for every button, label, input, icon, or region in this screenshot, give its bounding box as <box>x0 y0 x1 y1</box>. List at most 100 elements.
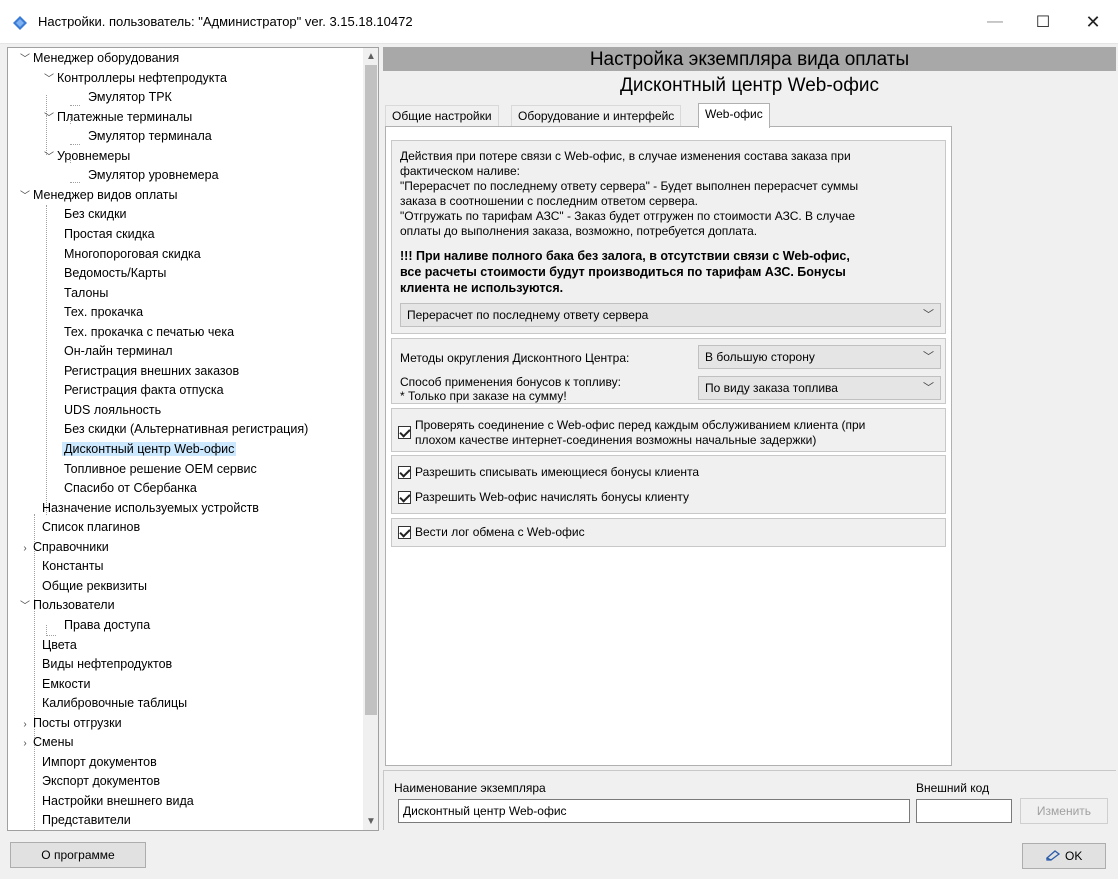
chevron-down-icon[interactable]: ﹀ <box>19 187 31 206</box>
tree-item[interactable]: Емкости <box>40 675 92 694</box>
chevron-right-icon[interactable]: › <box>19 539 31 558</box>
tree-item[interactable]: Представители <box>40 811 133 830</box>
checkbox-checked-icon[interactable] <box>398 526 411 539</box>
tree-item[interactable]: ﹀ Контроллеры нефтепродукта <box>43 69 229 88</box>
log-exchange-checkbox[interactable]: Вести лог обмена с Web-офис <box>398 525 938 541</box>
tree-item[interactable]: Константы <box>40 557 106 576</box>
allow-accrue-bonuses-checkbox[interactable]: Разрешить Web-офис начислять бонусы клие… <box>398 490 938 506</box>
tree-item-label: Общие реквизиты <box>42 579 147 593</box>
ok-pencil-icon <box>1045 850 1060 861</box>
tree-item[interactable]: Тех. прокачка с печатью чека <box>62 323 236 342</box>
tree-item[interactable]: Топливное решение OEM сервис <box>62 460 259 479</box>
window-title: Настройки. пользователь: "Администратор"… <box>38 14 413 29</box>
tree-item[interactable]: ﹀ Пользователи <box>19 596 117 615</box>
tree-item[interactable]: Регистрация внешних заказов <box>62 362 241 381</box>
tree-item-label: Эмулятор терминала <box>88 129 212 143</box>
tree-item-label: Платежные терминалы <box>57 110 193 124</box>
tree-item[interactable]: Калибровочные таблицы <box>40 694 189 713</box>
checkbox-checked-icon[interactable] <box>398 466 411 479</box>
desc-line: "Отгружать по тарифам АЗС" - Заказ будет… <box>400 209 855 223</box>
external-code-input[interactable] <box>916 799 1012 823</box>
connection-loss-description: Действия при потере связи с Web-офис, в … <box>400 149 940 239</box>
chevron-down-icon[interactable]: ﹀ <box>19 597 31 616</box>
ok-button[interactable]: OK <box>1022 843 1106 869</box>
tree-item[interactable]: Импорт документов <box>40 753 159 772</box>
minimize-button[interactable]: — <box>972 0 1018 44</box>
chevron-down-icon[interactable]: ﹀ <box>43 148 55 167</box>
tree-item[interactable]: Экспорт документов <box>40 772 162 791</box>
full-tank-warning: !!! При наливе полного бака без залога, … <box>400 248 940 296</box>
desc-line: фактическом наливе: <box>400 164 520 178</box>
close-button[interactable]: ✕ <box>1070 0 1116 44</box>
log-group: Вести лог обмена с Web-офис <box>391 518 946 547</box>
instance-name-input[interactable]: Дисконтный центр Web-офис <box>398 799 910 823</box>
tree-item[interactable]: Тех. прокачка <box>62 303 145 322</box>
tree-item[interactable]: Простая скидка <box>62 225 157 244</box>
tree-item[interactable]: Без скидки <box>62 205 129 224</box>
tree-item[interactable]: Настройки внешнего вида <box>40 792 196 811</box>
tree-item[interactable]: › Посты отгрузки <box>19 714 124 733</box>
desc-line: "Перерасчет по последнему ответу сервера… <box>400 179 859 193</box>
tree-item[interactable]: UDS лояльность <box>62 401 163 420</box>
tree-scrollbar[interactable]: ▲ ▼ <box>363 48 378 830</box>
allow-spend-bonuses-checkbox[interactable]: Разрешить списывать имеющиеся бонусы кли… <box>398 465 938 481</box>
tree-item[interactable]: Без скидки (Альтернативная регистрация) <box>62 420 310 439</box>
tree-item[interactable]: Многопороговая скидка <box>62 245 203 264</box>
tree-item[interactable]: Список плагинов <box>40 518 142 537</box>
chevron-down-icon: ﹀ <box>923 309 934 321</box>
tree-item[interactable]: Эмулятор терминала <box>86 127 214 146</box>
tree-item[interactable]: Цвета <box>40 636 79 655</box>
tree-item[interactable]: ﹀ Платежные терминалы <box>43 108 194 127</box>
tree-item[interactable]: Эмулятор уровнемера <box>86 166 221 185</box>
check-connection-group: Проверять соединение с Web-офис перед ка… <box>391 408 946 452</box>
tree-item[interactable]: › Смены <box>19 733 75 752</box>
tree-item[interactable]: ﹀ Менеджер оборудования <box>19 49 181 68</box>
tree-item[interactable]: Регистрация факта отпуска <box>62 381 226 400</box>
tree-item-label: Права доступа <box>64 618 151 632</box>
tree-item-label: Простая скидка <box>64 227 155 241</box>
tab-equipment[interactable]: Оборудование и интерфейс <box>511 105 682 127</box>
tree-item-label: Талоны <box>64 286 109 300</box>
maximize-button[interactable]: ☐ <box>1020 0 1066 44</box>
tree-item[interactable]: › Справочники <box>19 538 111 557</box>
tree-item[interactable]: Он-лайн терминал <box>62 342 175 361</box>
tree-item[interactable]: Спасибо от Сбербанка <box>62 479 199 498</box>
tree-item-label: Константы <box>42 559 104 573</box>
tree-item-label: Менеджер оборудования <box>33 51 180 65</box>
chevron-down-icon[interactable]: ﹀ <box>19 50 31 69</box>
tab-general[interactable]: Общие настройки <box>385 105 499 127</box>
tree-item[interactable]: Эмулятор ТРК <box>86 88 174 107</box>
settings-tree[interactable]: ﹀ Менеджер оборудования ﹀ Контроллеры нефте… <box>7 47 379 831</box>
check-connection-checkbox[interactable]: Проверять соединение с Web-офис перед ка… <box>398 418 938 450</box>
chevron-down-icon[interactable]: ﹀ <box>43 70 55 89</box>
chevron-right-icon[interactable]: › <box>19 734 31 753</box>
checkbox-checked-icon[interactable] <box>398 426 411 439</box>
chevron-down-icon[interactable]: ﹀ <box>43 109 55 128</box>
tree-item-label: Регистрация внешних заказов <box>64 364 240 378</box>
tree-item-label: Смены <box>33 735 74 749</box>
checkbox-label: Проверять соединение с Web-офис перед ка… <box>415 418 866 432</box>
chevron-right-icon[interactable]: › <box>19 715 31 734</box>
instance-name-area: Наименование экземпляра Дисконтный центр… <box>383 770 1116 830</box>
settings-panel: Настройка экземпляра вида оплаты Дисконт… <box>383 47 1116 767</box>
tree-item[interactable]: Дисконтный центр Web-офис <box>62 440 237 459</box>
tree-item[interactable]: Назначение используемых устройств <box>40 499 261 518</box>
scroll-thumb[interactable] <box>365 65 377 715</box>
tab-web-office[interactable]: Web-офис <box>698 103 770 128</box>
tree-item[interactable]: Виды нефтепродуктов <box>40 655 174 674</box>
tree-item[interactable]: ﹀ Уровнемеры <box>43 147 132 166</box>
tree-item[interactable]: Ведомость/Карты <box>62 264 168 283</box>
tree-item[interactable]: Талоны <box>62 284 110 303</box>
about-button[interactable]: О программе <box>10 842 146 868</box>
tree-item-label: Спасибо от Сбербанка <box>64 481 197 495</box>
scroll-up-arrow-icon[interactable]: ▲ <box>363 48 378 65</box>
scroll-down-arrow-icon[interactable]: ▼ <box>363 813 378 830</box>
bonus-method-select[interactable]: По виду заказа топлива ﹀ <box>698 376 941 400</box>
change-button[interactable]: Изменить <box>1020 798 1108 824</box>
checkbox-checked-icon[interactable] <box>398 491 411 504</box>
connection-loss-action-select[interactable]: Перерасчет по последнему ответу сервера … <box>400 303 941 327</box>
tree-item[interactable]: ﹀ Менеджер видов оплаты <box>19 186 180 205</box>
tree-item[interactable]: Права доступа <box>62 616 152 635</box>
tree-item[interactable]: Общие реквизиты <box>40 577 149 596</box>
rounding-select[interactable]: В большую сторону ﹀ <box>698 345 941 369</box>
